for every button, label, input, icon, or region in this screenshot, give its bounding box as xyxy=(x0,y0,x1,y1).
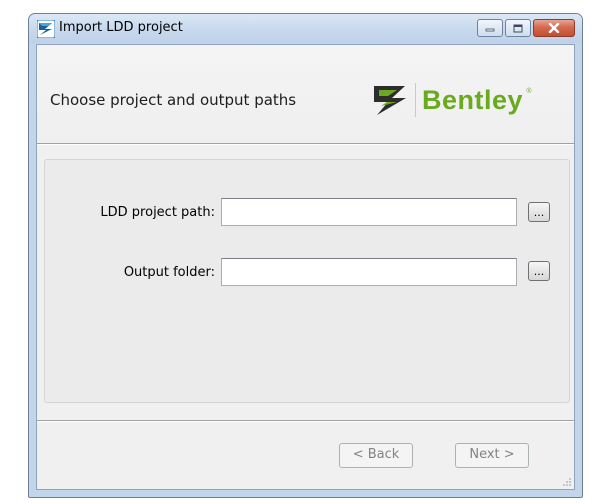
bentley-logo: Bentley ® xyxy=(371,80,532,120)
caption-buttons xyxy=(477,19,575,37)
footer-divider-highlight xyxy=(37,421,574,422)
bentley-b-icon xyxy=(374,86,406,115)
page-title: Choose project and output paths xyxy=(50,91,297,109)
project-path-label: LDD project path: xyxy=(100,205,215,220)
minimize-icon xyxy=(485,28,495,32)
output-folder-input[interactable] xyxy=(221,258,517,286)
minimize-button[interactable] xyxy=(477,19,503,37)
close-button[interactable] xyxy=(533,19,575,37)
import-ldd-dialog: Import LDD project Choose project and ou… xyxy=(28,13,583,498)
window-title: Import LDD project xyxy=(59,20,183,35)
next-button[interactable]: Next > xyxy=(455,443,529,468)
back-button[interactable]: < Back xyxy=(339,443,413,468)
bentley-wordmark: Bentley ® xyxy=(422,84,532,116)
title-bar[interactable]: Import LDD project xyxy=(29,14,582,43)
dialog-client-area: Choose project and output paths Bentley … xyxy=(36,44,575,490)
bentley-app-icon xyxy=(37,20,55,38)
output-folder-label: Output folder: xyxy=(123,265,215,280)
project-path-browse-button[interactable]: ... xyxy=(528,202,550,222)
resize-grip-icon[interactable] xyxy=(562,477,572,487)
bentley-wordmark-text: Bentley xyxy=(422,84,524,115)
maximize-icon xyxy=(513,24,523,32)
paths-panel: LDD project path: ... Output folder: ... xyxy=(44,159,570,403)
output-folder-browse-button[interactable]: ... xyxy=(528,261,550,281)
registered-mark: ® xyxy=(526,87,533,95)
project-path-input[interactable] xyxy=(221,198,517,226)
wizard-header: Choose project and output paths Bentley … xyxy=(37,45,574,143)
logo-divider xyxy=(415,83,416,117)
close-icon xyxy=(548,23,560,33)
header-divider-highlight xyxy=(37,144,574,145)
maximize-button[interactable] xyxy=(505,19,531,37)
